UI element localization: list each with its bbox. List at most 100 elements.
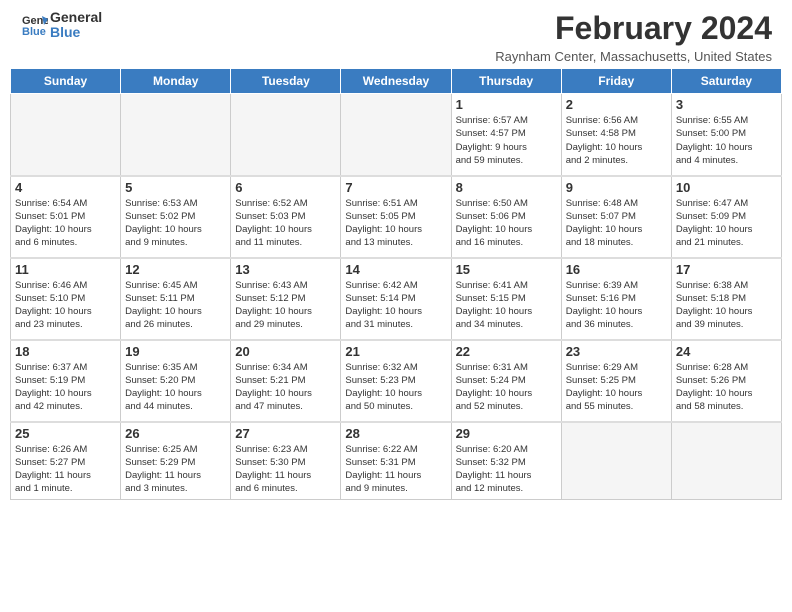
calendar-cell: 11 Sunrise: 6:46 AMSunset: 5:10 PMDayligh… — [11, 258, 121, 340]
logo-general: General — [50, 10, 102, 25]
day-number: 26 — [125, 426, 226, 441]
day-number: 14 — [345, 262, 446, 277]
day-header-friday: Friday — [561, 69, 671, 94]
calendar-cell — [11, 94, 121, 176]
day-detail: Sunrise: 6:48 AMSunset: 5:07 PMDaylight:… — [566, 197, 667, 250]
day-number: 20 — [235, 344, 336, 359]
calendar-cell: 27 Sunrise: 6:23 AMSunset: 5:30 PMDayligh… — [231, 422, 341, 500]
day-number: 27 — [235, 426, 336, 441]
day-detail: Sunrise: 6:23 AMSunset: 5:30 PMDaylight:… — [235, 443, 336, 496]
calendar-cell — [121, 94, 231, 176]
header-row: SundayMondayTuesdayWednesdayThursdayFrid… — [11, 69, 782, 94]
day-number: 2 — [566, 97, 667, 112]
svg-text:Blue: Blue — [22, 26, 46, 38]
calendar-header: SundayMondayTuesdayWednesdayThursdayFrid… — [11, 69, 782, 94]
day-detail: Sunrise: 6:47 AMSunset: 5:09 PMDaylight:… — [676, 197, 777, 250]
day-number: 11 — [15, 262, 116, 277]
week-row-3: 18 Sunrise: 6:37 AMSunset: 5:19 PMDayligh… — [11, 340, 782, 422]
day-number: 1 — [456, 97, 557, 112]
calendar-cell: 28 Sunrise: 6:22 AMSunset: 5:31 PMDayligh… — [341, 422, 451, 500]
day-number: 24 — [676, 344, 777, 359]
calendar-cell: 3 Sunrise: 6:55 AMSunset: 5:00 PMDaylight… — [671, 94, 781, 176]
day-detail: Sunrise: 6:29 AMSunset: 5:25 PMDaylight:… — [566, 361, 667, 414]
day-number: 12 — [125, 262, 226, 277]
day-number: 9 — [566, 180, 667, 195]
day-number: 4 — [15, 180, 116, 195]
day-detail: Sunrise: 6:32 AMSunset: 5:23 PMDaylight:… — [345, 361, 446, 414]
logo-blue: Blue — [50, 25, 102, 40]
calendar-cell: 6 Sunrise: 6:52 AMSunset: 5:03 PMDaylight… — [231, 176, 341, 258]
calendar-cell: 23 Sunrise: 6:29 AMSunset: 5:25 PMDayligh… — [561, 340, 671, 422]
day-header-monday: Monday — [121, 69, 231, 94]
day-detail: Sunrise: 6:46 AMSunset: 5:10 PMDaylight:… — [15, 279, 116, 332]
day-detail: Sunrise: 6:34 AMSunset: 5:21 PMDaylight:… — [235, 361, 336, 414]
day-detail: Sunrise: 6:52 AMSunset: 5:03 PMDaylight:… — [235, 197, 336, 250]
day-number: 16 — [566, 262, 667, 277]
day-header-saturday: Saturday — [671, 69, 781, 94]
calendar-body: 1 Sunrise: 6:57 AMSunset: 4:57 PMDaylight… — [11, 94, 782, 500]
calendar-cell: 14 Sunrise: 6:42 AMSunset: 5:14 PMDayligh… — [341, 258, 451, 340]
day-number: 7 — [345, 180, 446, 195]
day-number: 13 — [235, 262, 336, 277]
calendar-cell: 26 Sunrise: 6:25 AMSunset: 5:29 PMDayligh… — [121, 422, 231, 500]
day-detail: Sunrise: 6:28 AMSunset: 5:26 PMDaylight:… — [676, 361, 777, 414]
calendar-cell: 2 Sunrise: 6:56 AMSunset: 4:58 PMDaylight… — [561, 94, 671, 176]
day-detail: Sunrise: 6:50 AMSunset: 5:06 PMDaylight:… — [456, 197, 557, 250]
calendar-cell: 15Sunrise: 6:41 AMSunset: 5:15 PMDayligh… — [451, 258, 561, 340]
calendar-cell: 7 Sunrise: 6:51 AMSunset: 5:05 PMDaylight… — [341, 176, 451, 258]
day-detail: Sunrise: 6:43 AMSunset: 5:12 PMDaylight:… — [235, 279, 336, 332]
day-number: 6 — [235, 180, 336, 195]
month-title: February 2024 — [495, 10, 772, 47]
calendar-cell: 16 Sunrise: 6:39 AMSunset: 5:16 PMDayligh… — [561, 258, 671, 340]
calendar-cell — [231, 94, 341, 176]
day-detail: Sunrise: 6:42 AMSunset: 5:14 PMDaylight:… — [345, 279, 446, 332]
calendar-cell: 1 Sunrise: 6:57 AMSunset: 4:57 PMDaylight… — [451, 94, 561, 176]
day-detail: Sunrise: 6:45 AMSunset: 5:11 PMDaylight:… — [125, 279, 226, 332]
calendar: SundayMondayTuesdayWednesdayThursdayFrid… — [0, 68, 792, 506]
day-number: 28 — [345, 426, 446, 441]
header: General Blue General Blue February 2024 … — [0, 0, 792, 68]
week-row-4: 25 Sunrise: 6:26 AMSunset: 5:27 PMDayligh… — [11, 422, 782, 500]
day-detail: Sunrise: 6:56 AMSunset: 4:58 PMDaylight:… — [566, 114, 667, 167]
calendar-cell: 21 Sunrise: 6:32 AMSunset: 5:23 PMDayligh… — [341, 340, 451, 422]
calendar-cell — [561, 422, 671, 500]
calendar-cell: 13 Sunrise: 6:43 AMSunset: 5:12 PMDayligh… — [231, 258, 341, 340]
day-number: 25 — [15, 426, 116, 441]
week-row-0: 1 Sunrise: 6:57 AMSunset: 4:57 PMDaylight… — [11, 94, 782, 176]
day-detail: Sunrise: 6:20 AMSunset: 5:32 PMDaylight:… — [456, 443, 557, 496]
day-number: 8 — [456, 180, 557, 195]
calendar-cell: 25 Sunrise: 6:26 AMSunset: 5:27 PMDayligh… — [11, 422, 121, 500]
day-detail: Sunrise: 6:51 AMSunset: 5:05 PMDaylight:… — [345, 197, 446, 250]
day-number: 3 — [676, 97, 777, 112]
day-detail: Sunrise: 6:55 AMSunset: 5:00 PMDaylight:… — [676, 114, 777, 167]
calendar-table: SundayMondayTuesdayWednesdayThursdayFrid… — [10, 68, 782, 500]
day-detail: Sunrise: 6:26 AMSunset: 5:27 PMDaylight:… — [15, 443, 116, 496]
day-number: 23 — [566, 344, 667, 359]
day-detail: Sunrise: 6:37 AMSunset: 5:19 PMDaylight:… — [15, 361, 116, 414]
day-number: 21 — [345, 344, 446, 359]
calendar-cell: 20 Sunrise: 6:34 AMSunset: 5:21 PMDayligh… — [231, 340, 341, 422]
calendar-cell: 5Sunrise: 6:53 AMSunset: 5:02 PMDaylight… — [121, 176, 231, 258]
day-detail: Sunrise: 6:38 AMSunset: 5:18 PMDaylight:… — [676, 279, 777, 332]
day-number: 29 — [456, 426, 557, 441]
calendar-cell — [671, 422, 781, 500]
week-row-2: 11 Sunrise: 6:46 AMSunset: 5:10 PMDayligh… — [11, 258, 782, 340]
day-detail: Sunrise: 6:39 AMSunset: 5:16 PMDaylight:… — [566, 279, 667, 332]
calendar-cell — [341, 94, 451, 176]
day-header-thursday: Thursday — [451, 69, 561, 94]
day-number: 22 — [456, 344, 557, 359]
calendar-cell: 4 Sunrise: 6:54 AMSunset: 5:01 PMDaylight… — [11, 176, 121, 258]
logo-icon: General Blue — [20, 11, 48, 39]
day-header-tuesday: Tuesday — [231, 69, 341, 94]
calendar-cell: 8 Sunrise: 6:50 AMSunset: 5:06 PMDaylight… — [451, 176, 561, 258]
day-number: 19 — [125, 344, 226, 359]
day-detail: Sunrise: 6:25 AMSunset: 5:29 PMDaylight:… — [125, 443, 226, 496]
day-number: 18 — [15, 344, 116, 359]
day-detail: Sunrise: 6:22 AMSunset: 5:31 PMDaylight:… — [345, 443, 446, 496]
calendar-cell: 9 Sunrise: 6:48 AMSunset: 5:07 PMDaylight… — [561, 176, 671, 258]
calendar-cell: 18 Sunrise: 6:37 AMSunset: 5:19 PMDayligh… — [11, 340, 121, 422]
day-detail: Sunrise: 6:41 AMSunset: 5:15 PMDaylight:… — [456, 279, 557, 332]
day-detail: Sunrise: 6:54 AMSunset: 5:01 PMDaylight:… — [15, 197, 116, 250]
day-detail: Sunrise: 6:57 AMSunset: 4:57 PMDaylight:… — [456, 114, 557, 167]
calendar-cell: 22Sunrise: 6:31 AMSunset: 5:24 PMDayligh… — [451, 340, 561, 422]
